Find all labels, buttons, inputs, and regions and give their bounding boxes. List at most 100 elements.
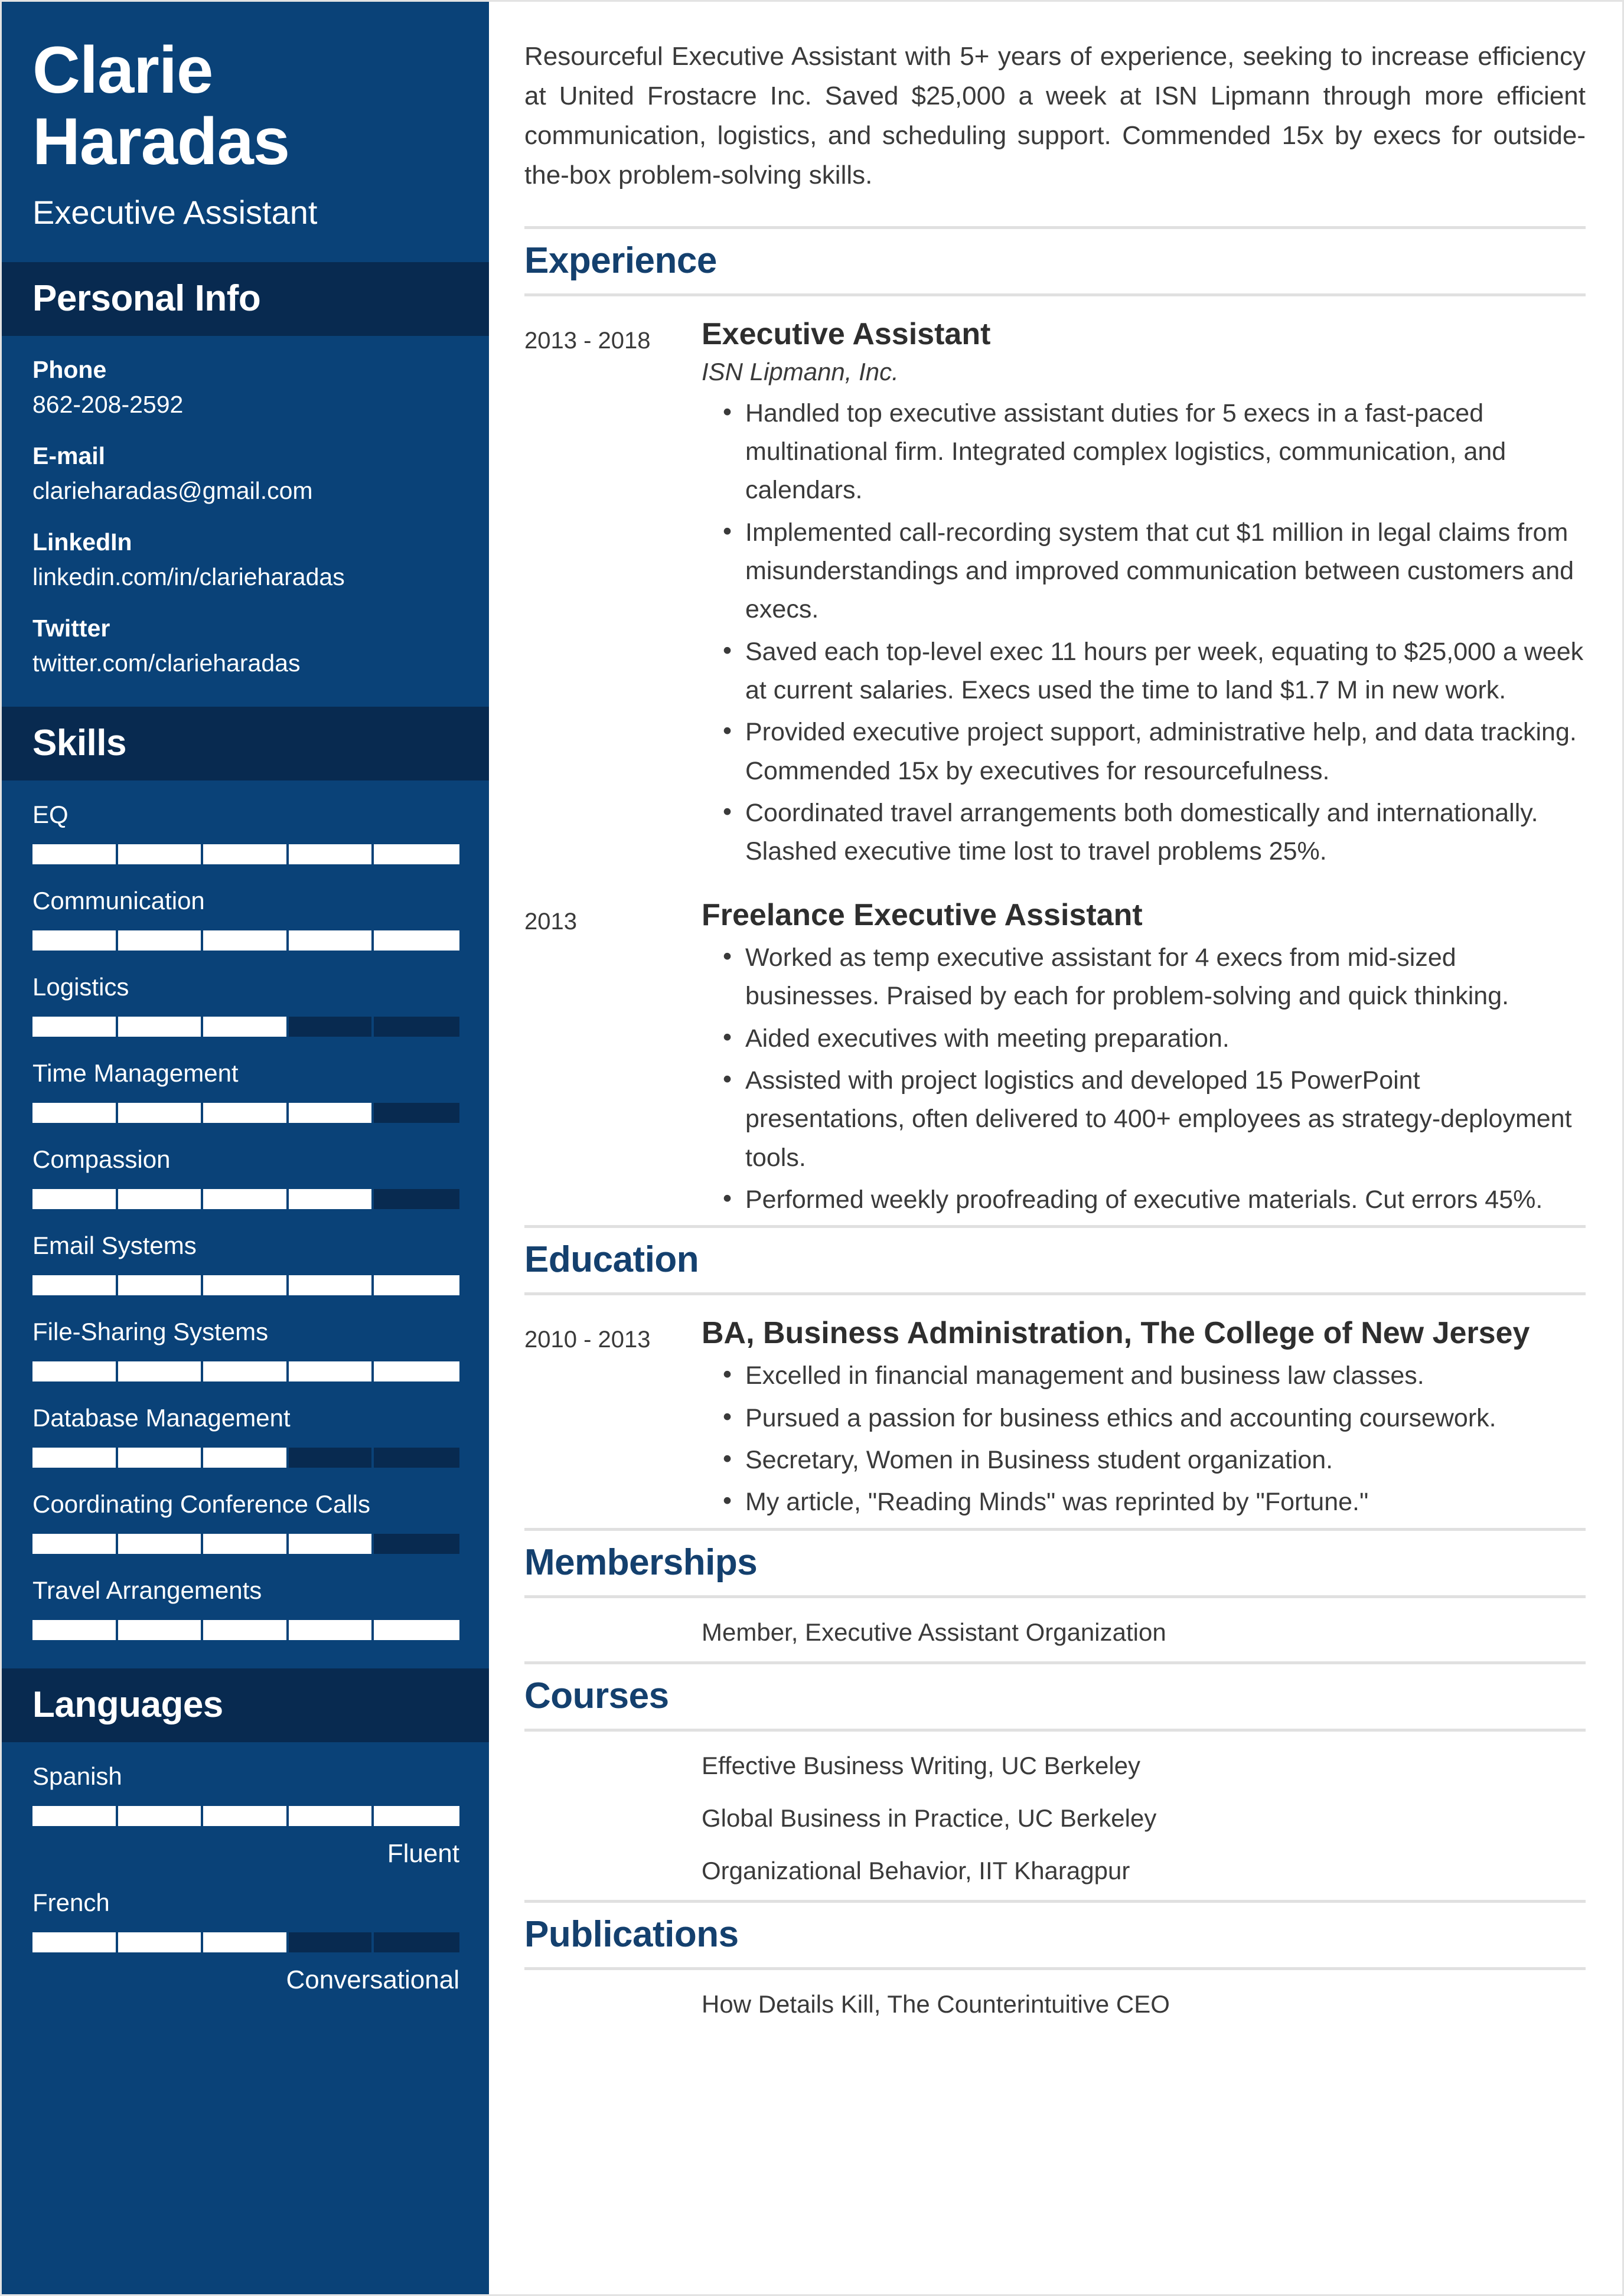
languages-list: Spanish Fluent French Conversational: [2, 1742, 489, 2021]
list-item-text: Effective Business Writing, UC Berkeley: [702, 1751, 1141, 1779]
bar-segment: [118, 1805, 204, 1826]
education-heading-rule: Education: [524, 1225, 1586, 1296]
languages-heading-band: Languages: [2, 1668, 489, 1742]
bar-segment: [32, 1932, 118, 1952]
bullet-item: Provided executive project support, admi…: [723, 712, 1586, 791]
bar-segment: [32, 1805, 118, 1826]
list-item-text: How Details Kill, The Counterintuitive C…: [702, 1990, 1170, 2018]
skill-row: EQ: [32, 800, 459, 864]
skill-row: File-Sharing Systems: [32, 1317, 459, 1381]
bullet-list: Worked as temp executive assistant for 4…: [702, 938, 1586, 1220]
bar-segment: [374, 1534, 459, 1554]
publications-list: How Details Kill, The Counterintuitive C…: [524, 1970, 1586, 2033]
level-bar: [32, 1102, 459, 1123]
bar-segment: [118, 1275, 204, 1295]
bar-segment: [32, 1188, 118, 1209]
bar-segment: [32, 1533, 118, 1554]
bullet-list: Excelled in financial management and bus…: [702, 1356, 1586, 1521]
entry-dates: 2013: [524, 908, 577, 935]
bar-segment: [374, 1448, 459, 1468]
timeline-entry: 2013 - 2018 Executive Assistant ISN Lipman…: [524, 296, 1586, 877]
personal-info-value[interactable]: twitter.com/clarieharadas: [32, 649, 458, 677]
bullet-item: My article, "Reading Minds" was reprinte…: [723, 1482, 1586, 1521]
bar-segment: [32, 1619, 118, 1640]
education-section: Education 2010 - 2013 BA, Business Admini…: [524, 1225, 1586, 1527]
bar-segment: [118, 1102, 204, 1123]
bar-segment: [289, 1016, 374, 1037]
courses-heading-rule: Courses: [524, 1661, 1586, 1732]
bar-segment: [203, 1447, 289, 1468]
bar-segment: [203, 1016, 289, 1037]
language-name: Spanish: [32, 1762, 122, 1790]
timeline-entry: 2010 - 2013 BA, Business Administration, …: [524, 1295, 1586, 1527]
bar-segment: [203, 1932, 289, 1952]
language-row: French Conversational: [32, 1888, 460, 1995]
entry-title: Executive Assistant: [702, 316, 991, 351]
bar-segment: [118, 1533, 204, 1554]
timeline-entry: 2013 Freelance Executive Assistant Worked …: [524, 877, 1586, 1226]
name-block: Clarie Haradas Executive Assistant: [2, 2, 489, 262]
personal-info-label: LinkedIn: [32, 528, 132, 556]
bullet-item: Secretary, Women in Business student org…: [723, 1440, 1586, 1480]
bar-segment: [118, 1619, 204, 1640]
bar-segment: [32, 1447, 118, 1468]
level-bar: [32, 1932, 459, 1952]
bar-segment: [374, 1275, 459, 1295]
entry-dates-spacer: [524, 1799, 702, 1837]
list-item-text: Organizational Behavior, IIT Kharagpur: [702, 1856, 1130, 1885]
bar-segment: [203, 1275, 289, 1295]
bar-segment: [289, 1533, 374, 1554]
personal-info-item: Twitter twitter.com/clarieharadas: [32, 615, 458, 677]
personal-info-item: LinkedIn linkedin.com/in/clarieharadas: [32, 528, 458, 591]
level-bar: [32, 1188, 459, 1209]
personal-info-heading: Personal Info: [32, 277, 261, 319]
personal-info-value[interactable]: clarieharadas@gmail.com: [32, 477, 458, 505]
bar-segment: [374, 1806, 459, 1826]
list-item: Global Business in Practice, UC Berkeley: [524, 1784, 1586, 1837]
skills-list: EQ Communication Logistics Time Management C…: [2, 780, 489, 1668]
language-name: French: [32, 1888, 110, 1916]
entry-body: Executive Assistant ISN Lipmann, Inc. Hand…: [702, 316, 1586, 875]
bar-segment: [289, 844, 374, 864]
resume-page: Clarie Haradas Executive Assistant Perso…: [0, 0, 1624, 2296]
personal-info-value[interactable]: linkedin.com/in/clarieharadas: [32, 563, 458, 591]
list-item-text: Global Business in Practice, UC Berkeley: [702, 1804, 1157, 1832]
personal-info-value[interactable]: 862-208-2592: [32, 391, 458, 419]
entry-body: Freelance Executive Assistant Worked as t…: [702, 897, 1586, 1223]
bar-segment: [289, 1619, 374, 1640]
skill-name: EQ: [32, 800, 69, 828]
skill-name: File-Sharing Systems: [32, 1317, 269, 1345]
language-proficiency: Conversational: [286, 1965, 460, 1994]
bullet-item: Pursued a passion for business ethics an…: [723, 1398, 1586, 1438]
bar-segment: [118, 844, 204, 864]
main-content: Resourceful Executive Assistant with 5+ …: [489, 2, 1622, 2294]
bullet-list: Handled top executive assistant duties f…: [702, 393, 1586, 871]
level-bar: [32, 1805, 459, 1826]
level-bar: [32, 1361, 459, 1381]
skill-row: Travel Arrangements: [32, 1576, 459, 1640]
bullet-item: Excelled in financial management and bus…: [723, 1356, 1586, 1395]
bar-segment: [374, 1017, 459, 1037]
skill-name: Coordinating Conference Calls: [32, 1490, 370, 1518]
bar-segment: [32, 1102, 118, 1123]
publications-section: Publications How Details Kill, The Count…: [524, 1899, 1586, 2033]
skills-heading-band: Skills: [2, 706, 489, 780]
courses-list: Effective Business Writing, UC Berkeley G…: [524, 1732, 1586, 1900]
entry-dates-spacer: [524, 1852, 702, 1889]
level-bar: [32, 930, 459, 951]
publications-heading-rule: Publications: [524, 1899, 1586, 1970]
entry-title: Freelance Executive Assistant: [702, 897, 1143, 932]
bar-segment: [203, 1805, 289, 1826]
skill-row: Compassion: [32, 1145, 459, 1209]
bullet-item: Saved each top-level exec 11 hours per w…: [723, 632, 1586, 710]
professional-summary: Resourceful Executive Assistant with 5+ …: [524, 42, 1586, 190]
personal-info-label: Phone: [32, 355, 107, 383]
bar-segment: [289, 1361, 374, 1381]
courses-section: Courses Effective Business Writing, UC B…: [524, 1661, 1586, 1900]
bar-segment: [32, 844, 118, 864]
personal-info-item: Phone 862-208-2592: [32, 356, 458, 419]
skill-name: Time Management: [32, 1059, 239, 1087]
bar-segment: [374, 1103, 459, 1123]
bar-segment: [289, 1932, 374, 1952]
level-bar: [32, 1533, 459, 1554]
